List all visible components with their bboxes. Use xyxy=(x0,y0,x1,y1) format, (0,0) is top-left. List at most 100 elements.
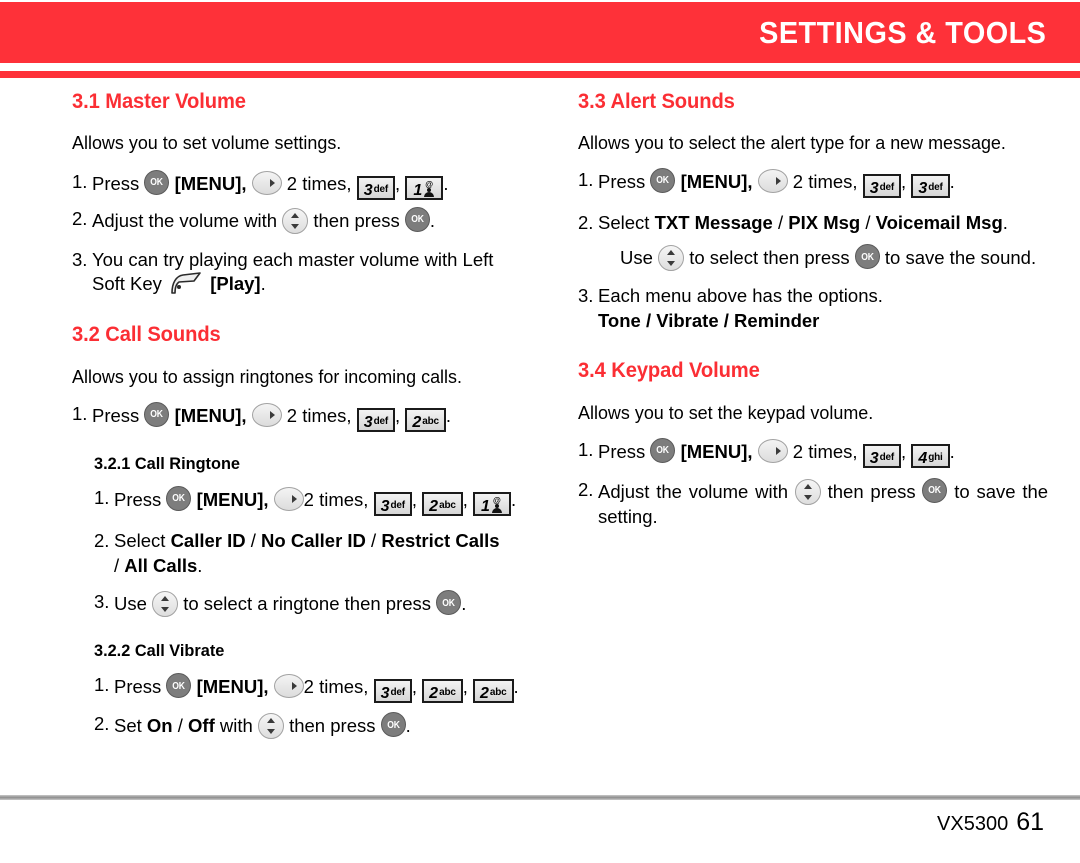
step-text: Adjust the volume with xyxy=(92,209,278,231)
key-digit: 3 xyxy=(363,181,373,199)
section-heading-3-3: 3.3 Alert Sounds xyxy=(578,90,735,113)
key-2-icon[interactable]: 2abc xyxy=(405,407,446,432)
key-sublabel: def xyxy=(373,183,389,195)
section-heading-3-2: 3.2 Call Sounds xyxy=(72,323,221,347)
step-text-times: 2 times, xyxy=(286,172,352,194)
step-text-3: to save the sound. xyxy=(884,247,1037,269)
nav-up-down-icon[interactable] xyxy=(152,591,179,618)
key-3-icon[interactable]: 3def xyxy=(862,173,902,198)
key-sublabel: abc xyxy=(489,687,507,699)
key-sublabel: abc xyxy=(422,415,439,427)
step-number: 3. xyxy=(94,591,110,613)
step-3-2-1-3: 3. Use to select a ringtone then press . xyxy=(72,590,542,618)
comma: , xyxy=(411,488,418,510)
menu-label: [MENU], xyxy=(196,676,269,698)
key-3-icon[interactable]: 3def xyxy=(862,443,902,468)
step-text-times: 2 times, xyxy=(792,440,858,462)
key-4-icon[interactable]: 4ghi xyxy=(911,443,950,468)
key-1-icon[interactable]: 1 @ xyxy=(473,491,511,516)
step-text-2: to select then press xyxy=(689,247,850,269)
nav-up-down-icon[interactable] xyxy=(282,207,309,234)
ok-key-icon[interactable] xyxy=(436,590,462,616)
key-2-icon[interactable]: 2abc xyxy=(422,679,463,704)
key-1-icon[interactable]: 1 @ xyxy=(405,175,444,200)
step-text-2: Soft Key xyxy=(92,273,162,295)
comma: , xyxy=(901,170,907,192)
period: . xyxy=(513,676,519,698)
footer-divider-rule xyxy=(0,795,1080,800)
ok-key-icon[interactable] xyxy=(650,167,676,193)
key-3-icon[interactable]: 3def xyxy=(373,679,412,704)
step-number: 1. xyxy=(72,402,88,424)
key-3-icon-b[interactable]: 3def xyxy=(911,173,950,198)
nav-up-down-icon[interactable] xyxy=(257,713,284,740)
section-heading-3-4: 3.4 Keypad Volume xyxy=(578,358,760,382)
step-text: Press xyxy=(114,676,162,698)
step-body: Use to select a ringtone then press . xyxy=(114,590,542,618)
key-3-icon[interactable]: 3def xyxy=(356,407,396,432)
step-text: You can try playing each master volume w… xyxy=(92,248,494,270)
key-sublabel: ghi xyxy=(928,451,943,463)
nav-right-icon[interactable] xyxy=(273,674,304,699)
key-3-icon[interactable]: 3def xyxy=(373,491,412,516)
step-body: Press [MENU], 2 times, 3def, 2abc. xyxy=(92,401,542,432)
step-number: 2. xyxy=(578,478,594,500)
ok-key-icon[interactable] xyxy=(404,206,430,232)
step-text: Each menu above has the options. xyxy=(598,285,883,307)
key-sublabel: def xyxy=(390,687,405,699)
step-body: Press [MENU], 2 times, 3def, 4ghi. xyxy=(598,437,1048,468)
subsection-heading-3-2-2: 3.2.2 Call Vibrate xyxy=(94,641,225,661)
ok-key-icon[interactable] xyxy=(380,712,406,738)
step-number: 1. xyxy=(94,486,110,508)
step-text: Select xyxy=(598,211,650,233)
step-3-3-3: 3. Each menu above has the options. Tone… xyxy=(578,284,1048,334)
device-model-label: VX5300 xyxy=(937,813,1009,835)
ok-key-icon[interactable] xyxy=(166,673,192,699)
step-number: 1. xyxy=(578,168,594,190)
step-text: Set xyxy=(114,715,142,737)
option-caller-id: Caller ID xyxy=(170,529,246,551)
step-body: Set On / Off with then press . xyxy=(114,712,542,740)
step-body: Each menu above has the options. Tone / … xyxy=(598,284,1048,334)
option-voicemail-msg: Voicemail Msg xyxy=(875,211,1003,233)
step-3-3-2: 2. Select TXT Message / PIX Msg / Voicem… xyxy=(578,211,1048,236)
menu-label: [MENU], xyxy=(196,488,269,510)
step-3-2-2-1: 1. Press [MENU], 2 times, 3def, 2abc, 2a… xyxy=(72,673,542,704)
ok-key-icon[interactable] xyxy=(144,401,170,427)
step-text: Press xyxy=(114,488,162,510)
nav-up-down-icon[interactable] xyxy=(794,478,821,505)
step-text: Adjust the volume with xyxy=(598,480,789,502)
key-digit: 3 xyxy=(380,497,390,515)
key-digit: 2 xyxy=(429,497,439,515)
key-1-pictogram-icon: @ xyxy=(491,496,503,514)
nav-right-icon[interactable] xyxy=(251,170,282,195)
header-divider-rule xyxy=(0,71,1080,78)
nav-up-down-icon[interactable] xyxy=(658,245,685,272)
ok-key-icon[interactable] xyxy=(144,169,170,195)
left-soft-key-icon[interactable] xyxy=(169,272,203,295)
key-2-icon-b[interactable]: 2abc xyxy=(473,679,514,704)
nav-right-icon[interactable] xyxy=(273,486,304,511)
step-text-2: to select a ringtone then press xyxy=(183,593,432,615)
ok-key-icon[interactable] xyxy=(922,477,948,503)
period: . xyxy=(949,440,955,462)
key-2-icon[interactable]: 2abc xyxy=(422,491,463,516)
separator: / xyxy=(865,211,871,233)
period: . xyxy=(443,172,449,194)
ok-key-icon[interactable] xyxy=(854,244,880,270)
ok-key-icon[interactable] xyxy=(650,437,676,463)
step-3-2-1: 1. Press [MENU], 2 times, 3def, 2abc. xyxy=(72,401,542,432)
step-number: 1. xyxy=(94,674,110,696)
ok-key-icon[interactable] xyxy=(166,485,192,511)
step-3-2-2-2: 2. Set On / Off with then press . xyxy=(72,712,542,740)
key-digit: 4 xyxy=(918,449,928,467)
key-3-icon[interactable]: 3def xyxy=(356,175,396,200)
menu-label: [MENU], xyxy=(174,404,247,426)
period: . xyxy=(1002,211,1008,233)
step-3-1-3: 3. You can try playing each master volum… xyxy=(72,248,542,298)
nav-right-icon[interactable] xyxy=(757,168,788,193)
step-text-times: 2 times, xyxy=(286,404,352,426)
nav-right-icon[interactable] xyxy=(251,402,282,427)
step-body: Press [MENU], 2 times, 3def, 2abc, 1@. xyxy=(114,485,542,516)
nav-right-icon[interactable] xyxy=(757,438,788,463)
